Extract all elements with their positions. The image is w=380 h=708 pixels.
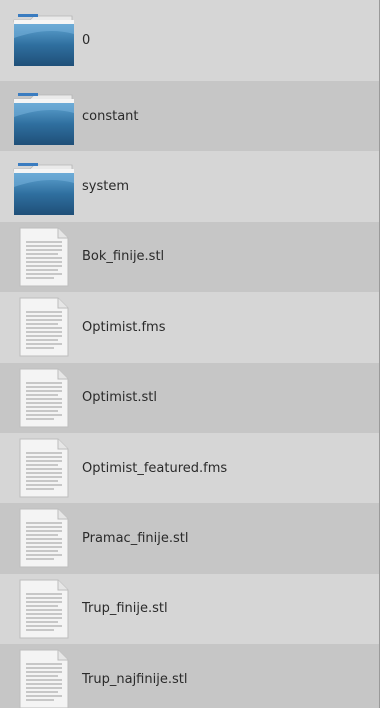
text-file-icon	[12, 507, 76, 568]
item-label: Trup_finije.stl	[82, 601, 168, 617]
list-item-file[interactable]: Optimist.fms	[0, 292, 379, 363]
list-item-file[interactable]: Trup_najfinije.stl	[0, 644, 379, 708]
list-item-file[interactable]: Bok_finije.stl	[0, 221, 379, 293]
item-label: Trup_najfinije.stl	[82, 671, 188, 687]
item-label: 0	[82, 33, 91, 48]
text-file-icon	[12, 648, 76, 708]
list-item-folder-system[interactable]: system	[0, 151, 379, 222]
item-label: constant	[82, 108, 139, 124]
text-file-icon	[12, 296, 76, 357]
list-item-file[interactable]: Optimist_featured.fms	[0, 432, 379, 504]
list-item-file[interactable]: Optimist.stl	[0, 362, 379, 433]
item-label: Optimist.fms	[82, 319, 166, 335]
text-file-icon	[12, 578, 76, 639]
item-label: Bok_finije.stl	[82, 249, 165, 265]
text-file-icon	[12, 437, 76, 498]
folder-icon	[12, 89, 76, 149]
list-item-folder-constant[interactable]: constant	[0, 81, 379, 152]
item-label: Optimist_featured.fms	[82, 460, 228, 476]
list-item-file[interactable]: Pramac_finije.stl	[0, 503, 379, 574]
item-label: Optimist.stl	[82, 390, 157, 406]
item-label: system	[82, 179, 129, 195]
text-file-icon	[12, 226, 76, 287]
list-item-folder-0[interactable]: 0	[0, 0, 379, 81]
list-item-file[interactable]: Trup_finije.stl	[0, 573, 379, 645]
item-label: Pramac_finije.stl	[82, 531, 189, 547]
folder-icon	[12, 159, 76, 219]
file-list: 0 constant system Bok_finije.stl Optimis…	[0, 0, 380, 708]
text-file-icon	[12, 367, 76, 428]
folder-icon	[12, 8, 76, 68]
